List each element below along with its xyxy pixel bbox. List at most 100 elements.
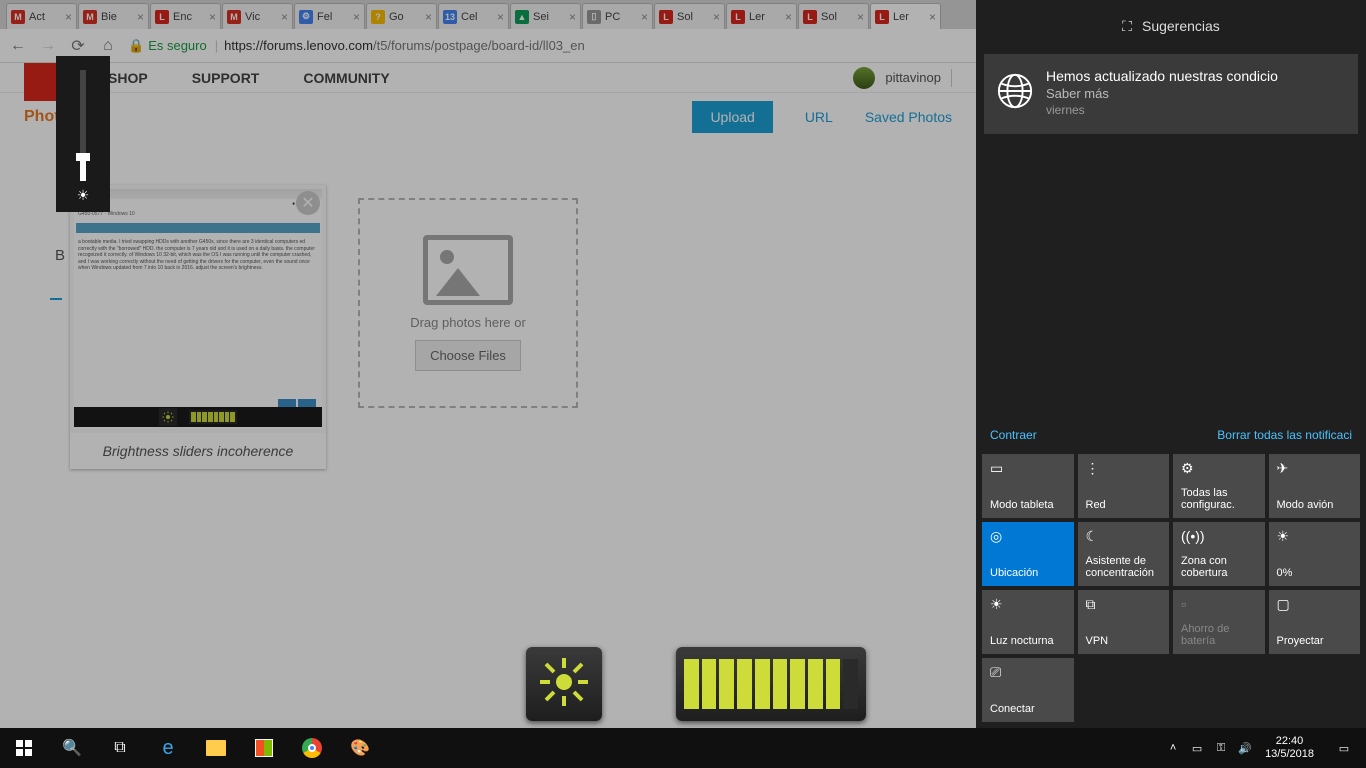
- quick-action-tile[interactable]: ⧉VPN: [1078, 590, 1170, 654]
- url-tab[interactable]: URL: [805, 109, 833, 125]
- username[interactable]: pittavinop: [885, 70, 941, 85]
- system-tray: ˄ ▭ ⚿ 🔊 22:40 13/5/2018 ▭: [1161, 728, 1366, 768]
- quick-action-tile[interactable]: ((•))Zona con cobertura: [1173, 522, 1265, 586]
- battery-icon[interactable]: ▭: [1185, 728, 1209, 768]
- brightness-osd-icon: [526, 647, 602, 721]
- notification-card[interactable]: Hemos actualizado nuestras condicio Sabe…: [984, 54, 1358, 134]
- forward-icon[interactable]: →: [38, 36, 58, 56]
- back-icon[interactable]: ←: [8, 36, 28, 56]
- thumbnail-caption[interactable]: Brightness sliders incoherence: [70, 433, 326, 469]
- favicon: M: [83, 10, 97, 24]
- close-tab-icon[interactable]: ×: [353, 10, 360, 24]
- quick-action-tile[interactable]: ☀0%: [1269, 522, 1361, 586]
- edge-app-icon[interactable]: e: [144, 728, 192, 768]
- browser-tab[interactable]: ⚙Fel×: [294, 3, 365, 29]
- tray-chevron-icon[interactable]: ˄: [1161, 728, 1185, 768]
- brightness-track[interactable]: [80, 70, 86, 181]
- ac-header-label: Sugerencias: [1142, 18, 1220, 34]
- action-center-header: ⛶ Sugerencias: [976, 0, 1366, 52]
- close-tab-icon[interactable]: ×: [425, 10, 432, 24]
- quick-action-tiles: ▭Modo tableta⋮Red⚙Todas las configurac.✈…: [976, 450, 1366, 728]
- task-view-button[interactable]: ⧉: [96, 728, 144, 768]
- clock[interactable]: 22:40 13/5/2018: [1257, 735, 1322, 761]
- breadcrumb-letter: B: [55, 247, 65, 264]
- choose-files-button[interactable]: Choose Files: [415, 340, 521, 371]
- quick-action-tile[interactable]: ⋮Red: [1078, 454, 1170, 518]
- quick-action-tile[interactable]: ▭Modo tableta: [982, 454, 1074, 518]
- brightness-handle[interactable]: [76, 153, 90, 161]
- clear-all-link[interactable]: Borrar todas las notificaci: [1217, 428, 1352, 442]
- tile-label: Proyectar: [1277, 635, 1353, 648]
- close-tab-icon[interactable]: ×: [929, 10, 936, 24]
- reload-icon[interactable]: ⟳: [68, 36, 88, 56]
- quick-action-tile[interactable]: ⚙Todas las configurac.: [1173, 454, 1265, 518]
- quick-action-tile[interactable]: ✈Modo avión: [1269, 454, 1361, 518]
- quick-action-tile[interactable]: ⎚Conectar: [982, 658, 1074, 722]
- volume-icon[interactable]: 🔊: [1233, 728, 1257, 768]
- upload-button[interactable]: Upload: [692, 101, 772, 133]
- browser-tab[interactable]: LLer×: [726, 3, 797, 29]
- close-tab-icon[interactable]: ×: [785, 10, 792, 24]
- brightness-osd-level: [676, 647, 866, 721]
- saved-photos-tab[interactable]: Saved Photos: [865, 109, 952, 125]
- tab-label: Fel: [317, 11, 332, 23]
- brightness-slider-popup[interactable]: ☀: [56, 56, 110, 212]
- nav-community[interactable]: COMMUNITY: [303, 70, 389, 86]
- action-center-button[interactable]: ▭: [1322, 728, 1366, 768]
- browser-tab[interactable]: 13Cel×: [438, 3, 509, 29]
- browser-tab[interactable]: MAct×: [6, 3, 77, 29]
- uploaded-thumbnail[interactable]: ✕ COMMUNITY● pittavinop G450-0577 · Wind…: [70, 185, 326, 469]
- browser-tab[interactable]: M Bie ×: [78, 3, 149, 29]
- close-tab-icon[interactable]: ×: [497, 10, 504, 24]
- expand-icon[interactable]: ⛶: [1122, 18, 1132, 35]
- close-tab-icon[interactable]: ×: [137, 10, 144, 24]
- collapse-link[interactable]: Contraer: [990, 428, 1037, 442]
- quick-action-tile[interactable]: ☾Asistente de concentración: [1078, 522, 1170, 586]
- quick-action-tile[interactable]: ☀Luz nocturna: [982, 590, 1074, 654]
- url-field[interactable]: 🔒 Es seguro | https://forums.lenovo.com …: [128, 38, 968, 54]
- start-button[interactable]: [0, 728, 48, 768]
- quick-action-tile[interactable]: ▢Proyectar: [1269, 590, 1361, 654]
- close-tab-icon[interactable]: ×: [569, 10, 576, 24]
- close-tab-icon[interactable]: ×: [857, 10, 864, 24]
- search-button[interactable]: 🔍: [48, 728, 96, 768]
- notification-time: viernes: [1046, 103, 1344, 117]
- favicon: 13: [443, 10, 457, 24]
- browser-tab[interactable]: ?Go×: [366, 3, 437, 29]
- close-tab-icon[interactable]: ×: [713, 10, 720, 24]
- wifi-icon[interactable]: ⚿: [1209, 728, 1233, 768]
- tab-label: Sei: [533, 11, 549, 23]
- avatar[interactable]: [853, 67, 875, 89]
- tile-icon: ⚙: [1181, 460, 1257, 478]
- favicon: L: [659, 10, 673, 24]
- paint-app-icon[interactable]: 🎨: [336, 728, 384, 768]
- tile-icon: ☀: [1277, 528, 1353, 546]
- browser-tab[interactable]: LSol×: [654, 3, 725, 29]
- close-tab-icon[interactable]: ×: [65, 10, 72, 24]
- remove-thumbnail-button[interactable]: ✕: [296, 191, 320, 215]
- close-tab-icon[interactable]: ×: [641, 10, 648, 24]
- photos-toolbar: Photos Upload URL Saved Photos: [0, 93, 976, 141]
- tab-label: Bie: [101, 11, 117, 23]
- tile-icon: ✈: [1277, 460, 1353, 478]
- browser-tab[interactable]: MVic×: [222, 3, 293, 29]
- close-tab-icon[interactable]: ×: [281, 10, 288, 24]
- chrome-app-icon[interactable]: [288, 728, 336, 768]
- tile-label: VPN: [1086, 635, 1162, 648]
- close-tab-icon[interactable]: ×: [209, 10, 216, 24]
- browser-tab[interactable]: LLer×: [870, 3, 941, 29]
- nav-support[interactable]: SUPPORT: [192, 70, 260, 86]
- browser-tab[interactable]: LSol×: [798, 3, 869, 29]
- store-app-icon[interactable]: [240, 728, 288, 768]
- tile-label: Red: [1086, 499, 1162, 512]
- explorer-app-icon[interactable]: [192, 728, 240, 768]
- browser-tab[interactable]: LEnc×: [150, 3, 221, 29]
- nav-shop[interactable]: SHOP: [108, 70, 148, 86]
- browser-tab[interactable]: ▲Sei×: [510, 3, 581, 29]
- home-icon[interactable]: ⌂: [98, 36, 118, 56]
- upload-dropzone[interactable]: Drag photos here or Choose Files: [358, 198, 578, 408]
- notification-title: Hemos actualizado nuestras condicio: [1046, 68, 1344, 84]
- quick-action-tile[interactable]: ◎Ubicación: [982, 522, 1074, 586]
- browser-tab[interactable]: ▯PC×: [582, 3, 653, 29]
- brightness-icon: ☀: [77, 187, 90, 204]
